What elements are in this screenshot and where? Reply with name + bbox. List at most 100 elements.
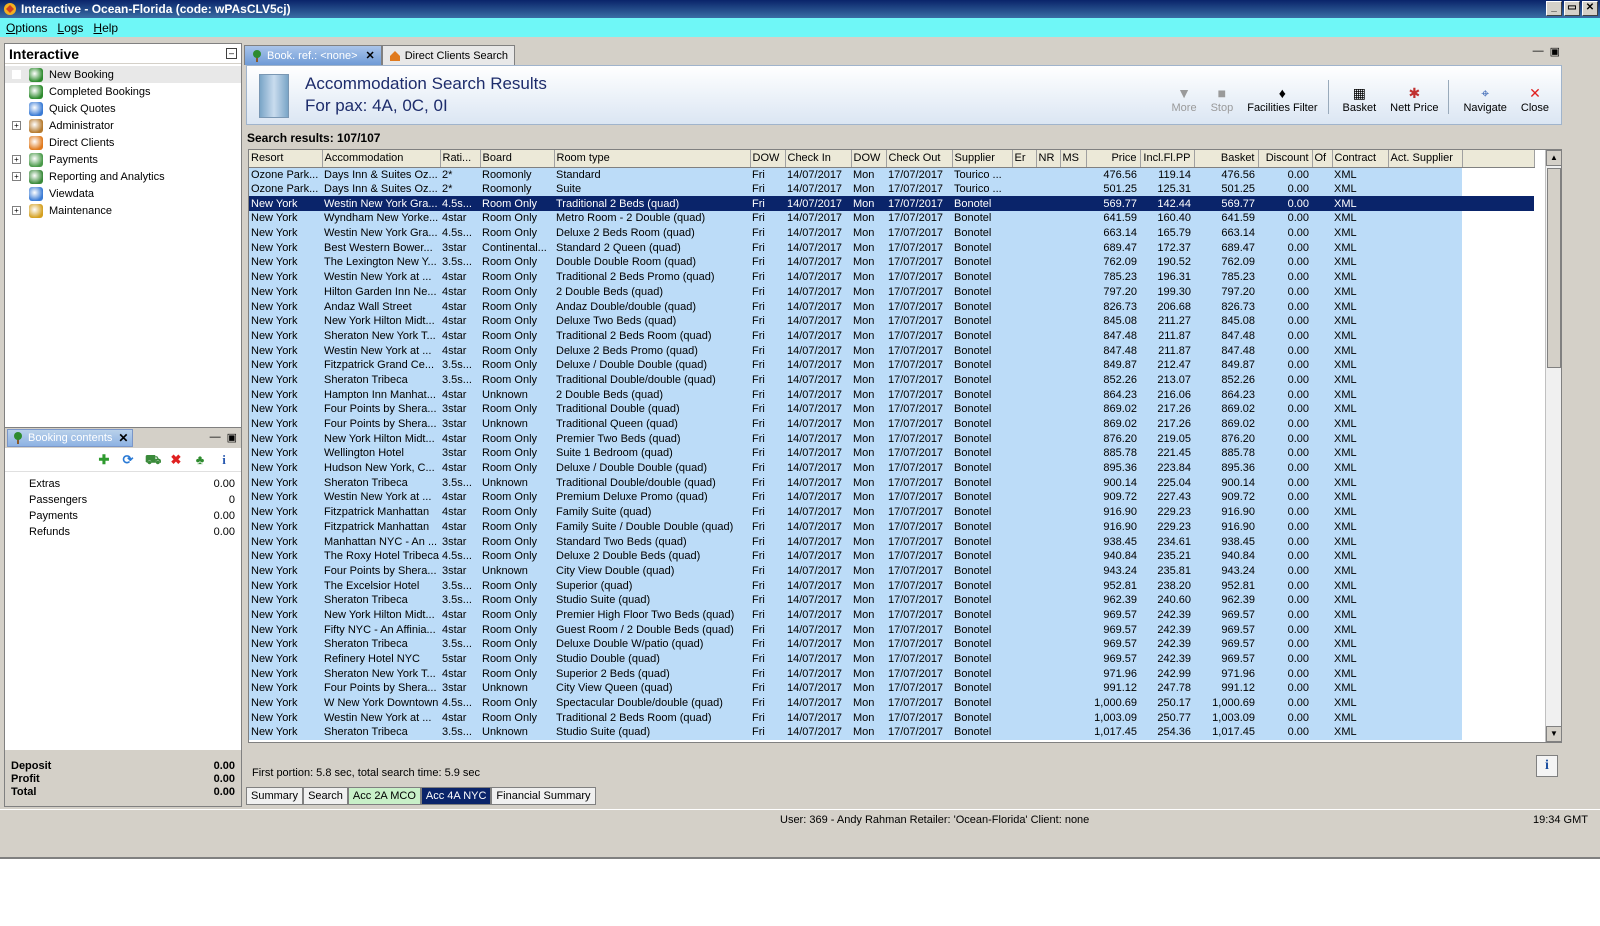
booking-contents-tab[interactable]: Booking contents ✕ [7,429,134,447]
expand-icon[interactable]: + [12,206,21,215]
column-header[interactable]: Check In [785,150,852,168]
facilities-filter-button[interactable]: ♦ Facilities Filter [1247,84,1317,114]
bottom-tab-financial-summary[interactable]: Financial Summary [491,787,596,805]
table-row[interactable]: New York The Lexington New Y... 3.5s... Roo… [249,255,1534,270]
refresh-icon[interactable]: ⟳ [121,452,135,467]
column-header[interactable]: Incl.Fl.PP [1140,150,1195,168]
info-button[interactable]: i [1536,755,1558,777]
collapse-panel-button[interactable]: – [226,48,237,59]
table-row[interactable]: New York Westin New York at ... 4star Room … [249,343,1534,358]
column-header[interactable]: MS [1060,150,1087,168]
column-header[interactable]: Rati... [440,150,481,168]
table-row[interactable]: New York Sheraton New York T... 4star Room … [249,666,1534,682]
nav-item-reporting-and-analytics[interactable]: + Reporting and Analytics [5,168,241,185]
table-row[interactable]: New York Manhattan NYC - An ... 3star Room … [249,534,1534,549]
table-row[interactable]: New York Hudson New York, C... 4star Room O… [249,460,1534,476]
minimize-panel-icon[interactable]: — [210,431,221,444]
column-header[interactable]: Act. Supplier [1388,150,1463,168]
menu-logs[interactable]: Logs [57,21,83,35]
table-row[interactable]: New York Westin New York at ... 4star Room … [249,710,1534,726]
table-row[interactable]: New York Wellington Hotel 3star Room Only Su… [249,446,1534,461]
table-row[interactable]: New York Westin New York Gra... 4.5s... Roo… [249,196,1534,212]
expand-icon[interactable]: + [12,155,21,164]
table-row[interactable]: New York Refinery Hotel NYC 5star Room Only… [249,651,1534,667]
column-header[interactable]: Resort [249,150,323,168]
column-header[interactable]: DOW [851,150,887,168]
column-header[interactable]: Of [1312,150,1333,168]
nav-item-new-booking[interactable]: New Booking [5,66,241,83]
table-row[interactable]: New York Fitzpatrick Manhattan 4star Room O… [249,504,1534,520]
close-tab-icon[interactable]: ✕ [366,49,375,62]
table-row[interactable]: New York Fifty NYC - An Affinia... 4star Ro… [249,622,1534,637]
maximize-document-icon[interactable]: ▣ [1550,45,1560,58]
table-row[interactable]: New York Best Western Bower... 3star Contin… [249,240,1534,256]
delete-icon[interactable]: ✖ [169,452,183,467]
nav-item-viewdata[interactable]: Viewdata [5,185,241,202]
menu-options[interactable]: Options [6,21,47,35]
palm-tree-icon[interactable]: ♣ [193,452,207,467]
maximize-button[interactable]: ▭ [1564,1,1580,16]
table-row[interactable]: New York Sheraton New York T... 4star Room … [249,328,1534,344]
table-row[interactable]: New York Westin New York at ... 4star Room … [249,269,1534,285]
scroll-down-icon[interactable]: ▼ [1546,726,1561,742]
table-row[interactable]: New York Hampton Inn Manhat... 4star Unknow… [249,387,1534,402]
column-header[interactable]: Board [480,150,555,168]
column-header[interactable]: Room type [554,150,751,168]
navigate-button[interactable]: ⌖ Navigate [1463,84,1506,114]
nav-item-completed-bookings[interactable]: Completed Bookings [5,83,241,100]
minimize-document-icon[interactable]: — [1533,45,1544,58]
add-icon[interactable]: ✚ [97,452,111,467]
table-row[interactable]: New York Wyndham New Yorke... 4star Room On… [249,211,1534,226]
table-row[interactable]: New York Westin New York Gra... 4.5s... Roo… [249,225,1534,241]
table-row[interactable]: New York Sheraton Tribeca 3.5s... Room Only… [249,592,1534,608]
tab-direct-clients-search[interactable]: Direct Clients Search [381,45,516,65]
nav-item-administrator[interactable]: + Administrator [5,117,241,134]
nav-item-direct-clients[interactable]: Direct Clients [5,134,241,151]
table-row[interactable]: New York W New York Downtown 4.5s... Room O… [249,695,1534,711]
bottom-tab-acc-2a-mco[interactable]: Acc 2A MCO [347,787,421,805]
info-icon[interactable]: i [217,452,231,467]
column-header[interactable]: Check Out [886,150,953,168]
table-row[interactable]: New York Westin New York at ... 4star Room … [249,490,1534,505]
more-button[interactable]: ▼ More [1172,84,1197,114]
table-row[interactable]: New York Sheraton Tribeca 3.5s... Unknown Tr… [249,475,1534,491]
nav-item-quick-quotes[interactable]: Quick Quotes [5,100,241,117]
column-header[interactable]: Basket [1194,150,1259,168]
nav-item-payments[interactable]: + Payments [5,151,241,168]
column-header[interactable]: Price [1086,150,1141,168]
cart-icon[interactable]: ⛟ [145,452,161,467]
bottom-tab-acc-4a-nyc[interactable]: Acc 4A NYC [420,787,492,805]
table-row[interactable]: New York Fitzpatrick Grand Ce... 3.5s... Ro… [249,357,1534,373]
nett-price-button[interactable]: ✱ Nett Price [1390,84,1438,114]
table-row[interactable]: New York Four Points by Shera... 3star Unkn… [249,681,1534,696]
column-header[interactable]: Supplier [952,150,1013,168]
table-row[interactable]: New York Four Points by Shera... 3star Unkn… [249,563,1534,579]
table-row[interactable]: New York Four Points by Shera... 3star Room… [249,402,1534,417]
close-tab-icon[interactable]: ✕ [118,431,128,445]
table-row[interactable]: New York The Roxy Hotel Tribeca 4.5s... Roo… [249,548,1534,564]
menu-help[interactable]: Help [93,21,118,35]
column-header[interactable]: NR [1036,150,1061,168]
scroll-up-icon[interactable]: ▲ [1546,150,1561,166]
close-window-button[interactable]: ✕ [1582,1,1598,16]
expand-icon[interactable]: + [12,172,21,181]
table-row[interactable]: New York New York Hilton Midt... 4star Room… [249,431,1534,447]
bottom-tab-summary[interactable]: Summary [246,787,304,805]
table-row[interactable]: New York Andaz Wall Street 4star Room Only A… [249,299,1534,314]
scroll-thumb[interactable] [1547,168,1561,368]
basket-button[interactable]: ▦ Basket [1343,84,1377,114]
maximize-panel-icon[interactable]: ▣ [227,431,237,444]
table-row[interactable]: New York Four Points by Shera... 3star Unkn… [249,416,1534,432]
nav-item-maintenance[interactable]: + Maintenance [5,202,241,219]
close-button[interactable]: ✕ Close [1521,84,1549,114]
table-row[interactable]: New York Fitzpatrick Manhattan 4star Room O… [249,519,1534,535]
tab-book-ref[interactable]: Book. ref.: <none> ✕ [244,45,382,65]
table-row[interactable]: New York Sheraton Tribeca 3.5s... Room Only… [249,637,1534,652]
column-header[interactable]: Discount [1258,150,1313,168]
table-row[interactable]: Ozone Park... Days Inn & Suites Oz... 2* Ro… [249,181,1534,197]
table-row[interactable]: Ozone Park... Days Inn & Suites Oz... 2* Ro… [249,167,1534,182]
column-header[interactable]: DOW [750,150,786,168]
table-row[interactable]: New York Hilton Garden Inn Ne... 4star Room… [249,284,1534,300]
stop-button[interactable]: ■ Stop [1211,84,1234,114]
column-header[interactable]: Contract [1332,150,1389,168]
